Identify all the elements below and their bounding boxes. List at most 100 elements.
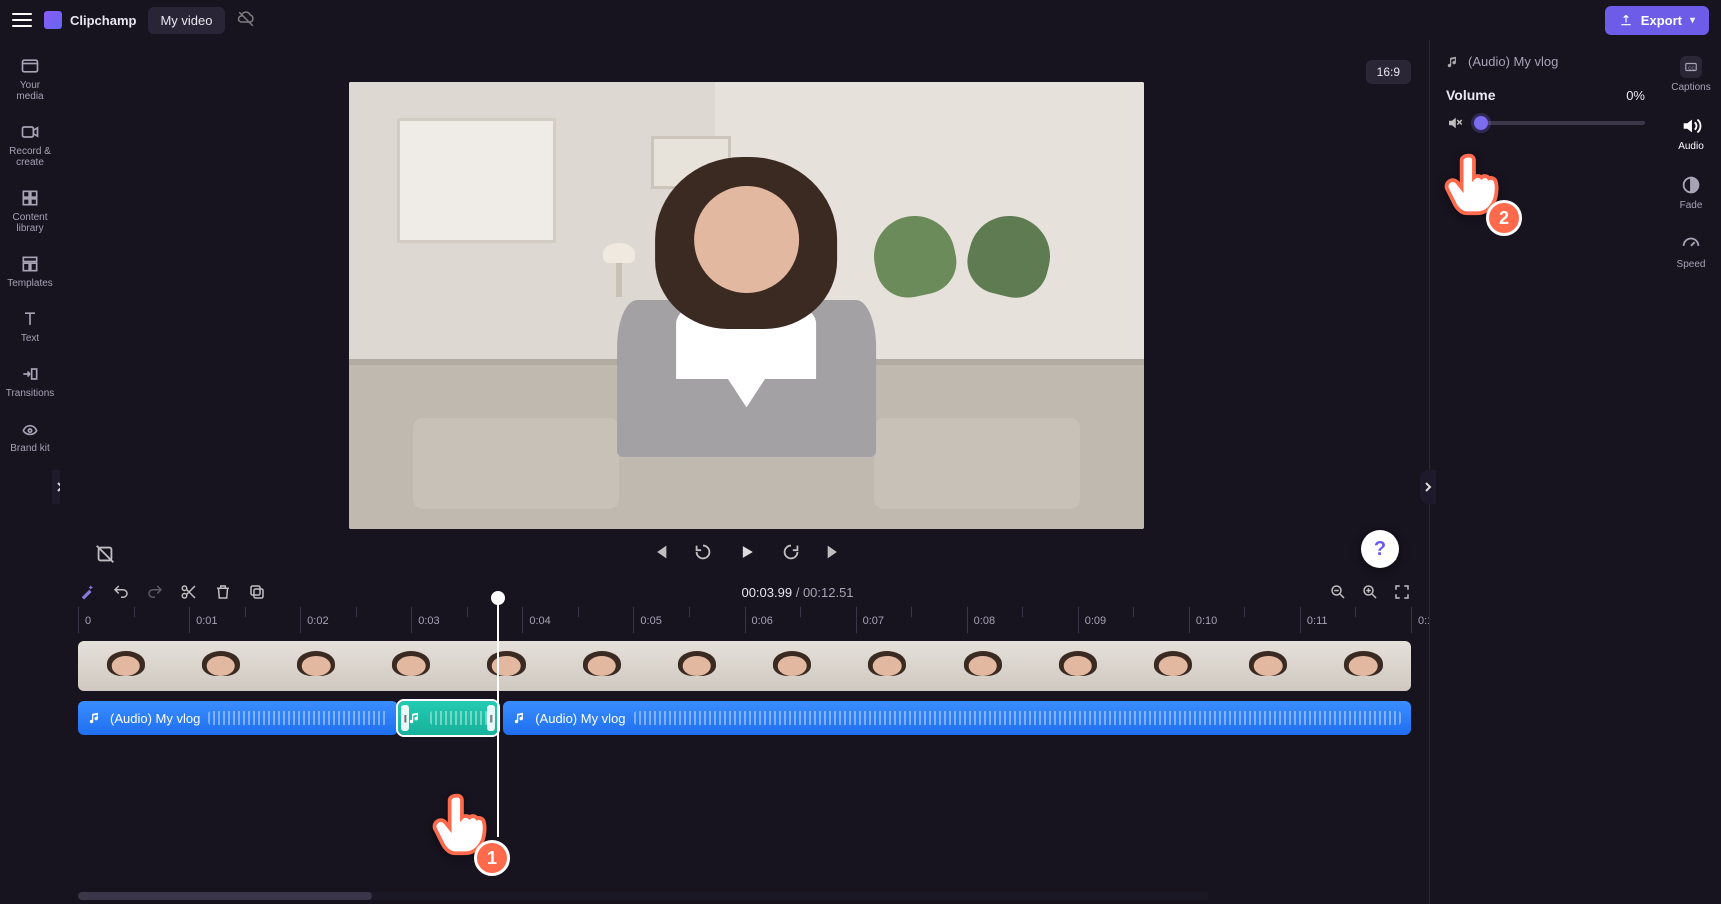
video-thumbnail[interactable] — [459, 641, 554, 691]
clip-handle-right[interactable] — [487, 705, 495, 731]
templates-icon — [20, 254, 40, 274]
skip-forward-icon[interactable] — [824, 541, 846, 563]
timeline-toolbar: 00:03.99 / 00:12.51 — [60, 575, 1429, 603]
export-button[interactable]: Export ▾ — [1605, 6, 1709, 35]
current-time: 00:03.99 — [741, 585, 792, 600]
video-thumbnail[interactable] — [745, 641, 840, 691]
ruler-minor-tick — [245, 607, 246, 617]
ruler-minor-tick — [1244, 607, 1245, 617]
video-thumbnail[interactable] — [364, 641, 459, 691]
video-track[interactable] — [78, 641, 1411, 691]
tool-audio[interactable]: Audio — [1665, 109, 1717, 158]
volume-slider[interactable] — [1474, 113, 1645, 133]
captions-icon: CC — [1680, 56, 1702, 78]
aspect-ratio-button[interactable]: 16:9 — [1366, 60, 1411, 84]
video-thumbnail[interactable] — [1125, 641, 1220, 691]
zoom-in-icon[interactable] — [1361, 583, 1379, 601]
rail-brand-kit[interactable]: Brand kit — [3, 411, 57, 460]
tool-label: Captions — [1671, 82, 1710, 93]
video-thumbnail[interactable] — [1221, 641, 1316, 691]
skip-back-icon[interactable] — [648, 541, 670, 563]
collapse-right-panel-icon[interactable] — [1420, 470, 1436, 504]
video-thumbnail[interactable] — [649, 641, 744, 691]
zoom-fit-icon[interactable] — [1393, 583, 1411, 601]
rail-label: Transitions — [6, 388, 55, 399]
audio-clip[interactable]: (Audio) My vlog — [503, 701, 1411, 735]
ruler-tick: 0 — [78, 607, 79, 633]
video-preview[interactable] — [349, 82, 1144, 529]
project-title[interactable]: My video — [148, 7, 224, 34]
upload-icon — [1619, 13, 1633, 27]
timeline-ruler[interactable]: 00:010:020:030:040:050:060:070:080:090:1… — [78, 607, 1411, 633]
ruler-tick: 0:09 — [1078, 607, 1079, 633]
brand[interactable]: Clipchamp — [44, 11, 136, 29]
video-thumbnail[interactable] — [173, 641, 268, 691]
volume-slider-thumb[interactable] — [1474, 116, 1488, 130]
scissors-icon[interactable] — [180, 583, 198, 601]
ruler-tick: 0:05 — [633, 607, 634, 633]
rail-label: Templates — [7, 278, 53, 289]
audio-icon — [1680, 115, 1702, 137]
crop-off-icon[interactable] — [94, 543, 116, 565]
stage-wrap: 16:9 — [60, 40, 1429, 575]
zoom-out-icon[interactable] — [1329, 583, 1347, 601]
tool-speed[interactable]: Speed — [1665, 227, 1717, 276]
rail-templates[interactable]: Templates — [3, 246, 57, 295]
volume-value: 0% — [1626, 88, 1645, 103]
rail-record-create[interactable]: Record & create — [3, 114, 57, 174]
video-thumbnail[interactable] — [1030, 641, 1125, 691]
playhead[interactable] — [497, 597, 499, 837]
rail-label: Record & create — [5, 146, 55, 168]
audio-clip[interactable]: (Audio) My vlog — [78, 701, 398, 735]
help-button[interactable]: ? — [1361, 530, 1399, 568]
audio-clip-label: (Audio) My vlog — [535, 711, 625, 726]
clipchamp-logo-icon — [44, 11, 62, 29]
video-thumbnail[interactable] — [840, 641, 935, 691]
ruler-tick-label: 0:03 — [418, 615, 439, 627]
trash-icon[interactable] — [214, 583, 232, 601]
timeline: 00:010:020:030:040:050:060:070:080:090:1… — [60, 603, 1429, 745]
ruler-tick: 0:01 — [189, 607, 190, 633]
video-thumbnail[interactable] — [935, 641, 1030, 691]
ruler-tick-label: 0:08 — [974, 615, 995, 627]
copy-icon[interactable] — [248, 583, 266, 601]
video-thumbnail[interactable] — [1316, 641, 1411, 691]
magic-wand-icon[interactable] — [78, 583, 96, 601]
rail-text[interactable]: Text — [3, 301, 57, 350]
redo-icon[interactable] — [146, 583, 164, 601]
ruler-minor-tick — [800, 607, 801, 617]
ruler-minor-tick — [356, 607, 357, 617]
ruler-tick-label: 0:01 — [196, 615, 217, 627]
rail-your-media[interactable]: Your media — [3, 48, 57, 108]
audio-clip-selected[interactable] — [398, 701, 498, 735]
video-thumbnail[interactable] — [78, 641, 173, 691]
rail-label: Brand kit — [10, 443, 49, 454]
play-button[interactable] — [736, 541, 758, 563]
rail-content-library[interactable]: Content library — [3, 180, 57, 240]
rail-transitions[interactable]: Transitions — [3, 356, 57, 405]
ruler-tick-label: 0:04 — [529, 615, 550, 627]
tool-captions[interactable]: CC Captions — [1665, 50, 1717, 99]
ruler-tick: 0:11 — [1300, 607, 1301, 633]
fade-icon — [1680, 174, 1702, 196]
timeline-scrollbar[interactable] — [78, 892, 1209, 900]
rewind-5-icon[interactable] — [692, 541, 714, 563]
cloud-sync-off-icon[interactable] — [237, 10, 255, 31]
ruler-tick: 0:12 — [1411, 607, 1412, 633]
video-thumbnail[interactable] — [554, 641, 649, 691]
camera-icon — [20, 122, 40, 142]
volume-mute-icon[interactable] — [1446, 114, 1464, 132]
ruler-tick: 0:10 — [1189, 607, 1190, 633]
undo-icon[interactable] — [112, 583, 130, 601]
audio-track[interactable]: (Audio) My vlog (Audio) My vlog — [78, 701, 1411, 735]
clip-handle-left[interactable] — [401, 705, 409, 731]
tool-fade[interactable]: Fade — [1665, 168, 1717, 217]
tool-label: Fade — [1680, 200, 1703, 211]
forward-5-icon[interactable] — [780, 541, 802, 563]
selected-clip-name: (Audio) My vlog — [1468, 54, 1558, 69]
ruler-minor-tick — [1133, 607, 1134, 617]
menu-icon[interactable] — [12, 13, 32, 27]
ruler-tick-label: 0:06 — [752, 615, 773, 627]
video-thumbnail[interactable] — [268, 641, 363, 691]
ruler-tick-label: 0:05 — [640, 615, 661, 627]
